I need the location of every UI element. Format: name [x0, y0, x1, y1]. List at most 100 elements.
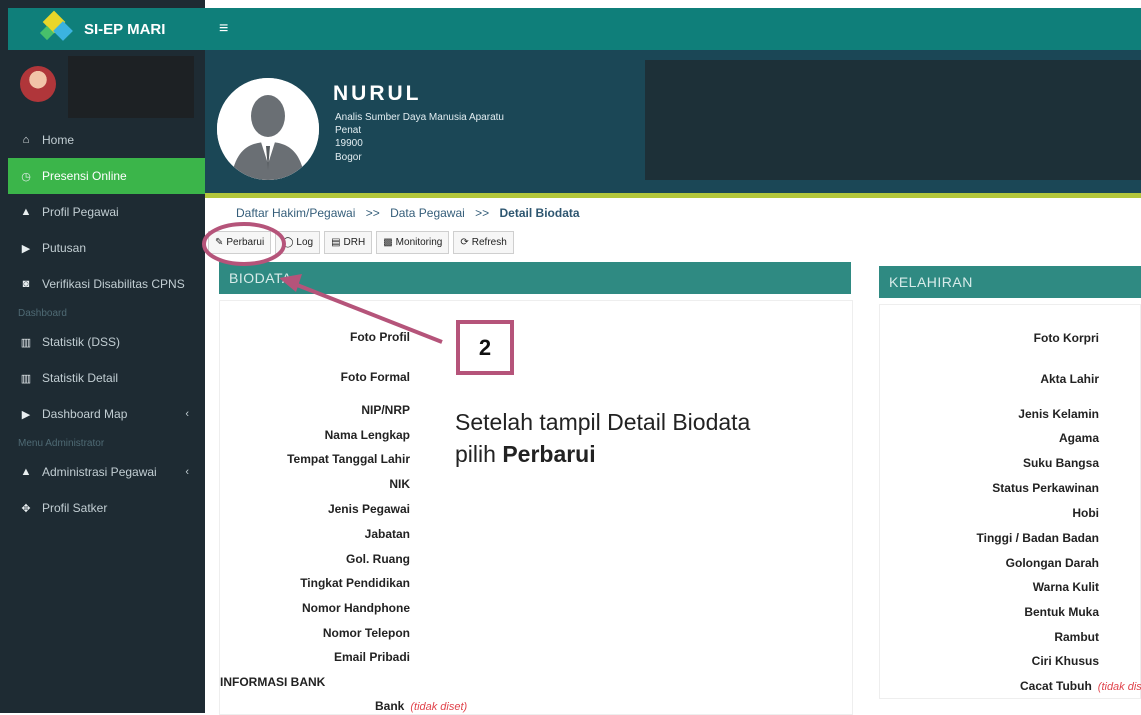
biodata-label: Gol. Ruang	[346, 552, 410, 566]
sidebar-item-administrasi-pegawai[interactable]: ▲ Administrasi Pegawai ‹	[8, 454, 205, 490]
breadcrumb-separator: >>	[475, 206, 490, 220]
sidebar-header-admin: Menu Administrator	[18, 437, 105, 449]
sidebar-item-dashboard-map[interactable]: ▶ Dashboard Map ‹	[8, 396, 205, 432]
breadcrumb: Daftar Hakim/Pegawai >> Data Pegawai >> …	[236, 206, 580, 220]
sidebar-item-verifikasi-disabilitas[interactable]: ◙ Verifikasi Disabilitas CPNS	[8, 266, 205, 302]
user-silhouette-icon	[217, 78, 319, 180]
redacted-profile-info	[645, 60, 1141, 180]
perbarui-button[interactable]: ✎ Perbarui	[208, 231, 272, 254]
home-icon: ⌂	[22, 134, 30, 146]
profile-location: Bogor	[335, 152, 362, 163]
sidebar-item-putusan[interactable]: ▶ Putusan	[8, 230, 205, 266]
sidebar-item-presensi-online[interactable]: ◷ Presensi Online	[8, 158, 205, 194]
annotation-instruction: Setelah tampil Detail Biodata pilih Perb…	[455, 406, 750, 470]
bar-chart-icon: ▥	[20, 336, 32, 349]
avatar[interactable]	[20, 66, 56, 102]
cacat-tubuh-label: Cacat Tubuh	[1020, 679, 1092, 693]
section-title-informasi-bank: INFORMASI BANK	[220, 675, 326, 689]
log-label: Log	[296, 237, 314, 248]
annotation-step-badge: 2	[456, 320, 514, 375]
monitoring-button[interactable]: ▩ Monitoring	[376, 231, 450, 254]
biodata-label: Jabatan	[364, 527, 410, 541]
profile-rank: Penat	[335, 125, 362, 136]
monitoring-label: Monitoring	[395, 237, 443, 248]
breadcrumb-current: Detail Biodata	[499, 206, 580, 220]
biodata-label: Jenis Pegawai	[327, 502, 410, 516]
biodata-label: Email Pribadi	[333, 650, 410, 664]
biodata-label: NIK	[389, 477, 410, 491]
top-navbar: ≡	[205, 8, 1141, 50]
flag-icon: ▶	[21, 242, 31, 255]
profile-nip: 19900	[335, 138, 363, 149]
refresh-button[interactable]: ⟳ Refresh	[453, 231, 514, 254]
biodata-label: Foto Formal	[340, 370, 410, 384]
sidebar-nav: ⌂ Home ◷ Presensi Online ▲ Profil Pegawa…	[8, 122, 205, 526]
sidebar-item-profil-pegawai[interactable]: ▲ Profil Pegawai	[8, 194, 205, 230]
log-button[interactable]: ◯ Log	[275, 231, 321, 254]
biodata-label: Nomor Handphone	[302, 601, 410, 615]
biodata-label: NIP/NRP	[361, 403, 410, 417]
profile-position: Analis Sumber Daya Manusia Aparatu	[335, 112, 504, 123]
clock-icon: ◷	[21, 170, 31, 183]
bank-value: (tidak diset)	[410, 701, 468, 713]
biodata-label: Nama Lengkap	[324, 428, 410, 442]
pencil-icon: ✎	[215, 237, 224, 248]
user-panel	[8, 52, 205, 122]
kelahiran-title: KELAHIRAN	[889, 274, 973, 290]
biodata-label: Tempat Tanggal Lahir	[287, 452, 410, 466]
sidebar-item-statistik-detail[interactable]: ▥ Statistik Detail	[8, 360, 205, 396]
drh-label: DRH	[343, 237, 366, 248]
bank-row: Bank (tidak diset)	[375, 699, 467, 713]
profile-photo	[217, 78, 319, 180]
chevron-left-icon: ‹	[185, 466, 189, 478]
kelahiran-label: Akta Lahir	[1040, 372, 1099, 386]
kelahiran-label: Status Perkawinan	[992, 481, 1099, 495]
sidebar-item-label: Putusan	[42, 241, 87, 255]
breadcrumb-item-data-pegawai[interactable]: Data Pegawai	[390, 206, 465, 220]
sidebar-item-home[interactable]: ⌂ Home	[8, 122, 205, 158]
monitor-icon: ▩	[383, 237, 393, 248]
biodata-label: Nomor Telepon	[322, 626, 410, 640]
sidebar-item-label: Home	[42, 133, 75, 147]
brand-name: SI-EP MARI	[84, 20, 166, 38]
cacat-tubuh-value: (tidak diset)	[1097, 681, 1141, 693]
brand-logo-bar[interactable]: SI-EP MARI	[8, 8, 205, 50]
app-logo-icon	[39, 10, 76, 44]
biodata-panel-header: BIODATA	[219, 262, 851, 294]
perbarui-label: Perbarui	[226, 237, 265, 248]
banner-divider	[205, 193, 1141, 198]
sidebar-item-profil-satker[interactable]: ✥ Profil Satker	[8, 490, 205, 526]
kelahiran-panel-header: KELAHIRAN	[879, 266, 1141, 298]
annotation-line-1: Setelah tampil Detail Biodata	[455, 409, 751, 435]
user-outline-icon: ◯	[282, 237, 294, 248]
flag-icon: ▶	[21, 408, 31, 421]
sidebar-item-statistik-dss[interactable]: ▥ Statistik (DSS)	[8, 324, 205, 360]
redacted-user-info	[68, 56, 194, 118]
drh-button[interactable]: ▤ DRH	[324, 231, 373, 254]
kelahiran-label: Bentuk Muka	[1024, 605, 1099, 619]
refresh-label: Refresh	[471, 237, 507, 248]
user-icon: ▲	[20, 466, 32, 478]
biodata-label: Foto Profil	[350, 330, 410, 344]
sidebar-item-label: Statistik (DSS)	[42, 335, 121, 349]
action-toolbar: ✎ Perbarui ◯ Log ▤ DRH ▩ Monitoring ⟳ Re…	[208, 231, 518, 254]
bank-label: Bank	[375, 699, 405, 713]
kelahiran-label: Ciri Khusus	[1031, 654, 1099, 668]
biodata-label: Tingkat Pendidikan	[300, 576, 410, 590]
breadcrumb-separator: >>	[365, 206, 380, 220]
hamburger-menu-icon[interactable]: ≡	[219, 20, 228, 38]
sidebar-item-label: Profil Pegawai	[42, 205, 119, 219]
sidebar-item-label: Administrasi Pegawai	[42, 465, 157, 479]
sidebar-header-dashboard: Dashboard	[18, 307, 67, 319]
annotation-line-2-prefix: pilih	[455, 441, 503, 467]
profile-banner: NURUL Analis Sumber Daya Manusia Aparatu…	[205, 50, 1141, 193]
sidebar-item-label: Verifikasi Disabilitas CPNS	[42, 277, 185, 291]
sidebar-item-label: Profil Satker	[42, 501, 108, 515]
sidebar-item-label: Statistik Detail	[42, 371, 119, 385]
kelahiran-label: Rambut	[1054, 630, 1099, 644]
breadcrumb-item-daftar[interactable]: Daftar Hakim/Pegawai	[236, 206, 355, 220]
profile-name: NURUL	[333, 82, 422, 105]
kelahiran-label: Suku Bangsa	[1022, 456, 1099, 470]
sidebar: SI-EP MARI ⌂ Home ◷ Presensi Online ▲ Pr…	[0, 0, 205, 713]
sidebar-item-label: Presensi Online	[42, 169, 127, 183]
